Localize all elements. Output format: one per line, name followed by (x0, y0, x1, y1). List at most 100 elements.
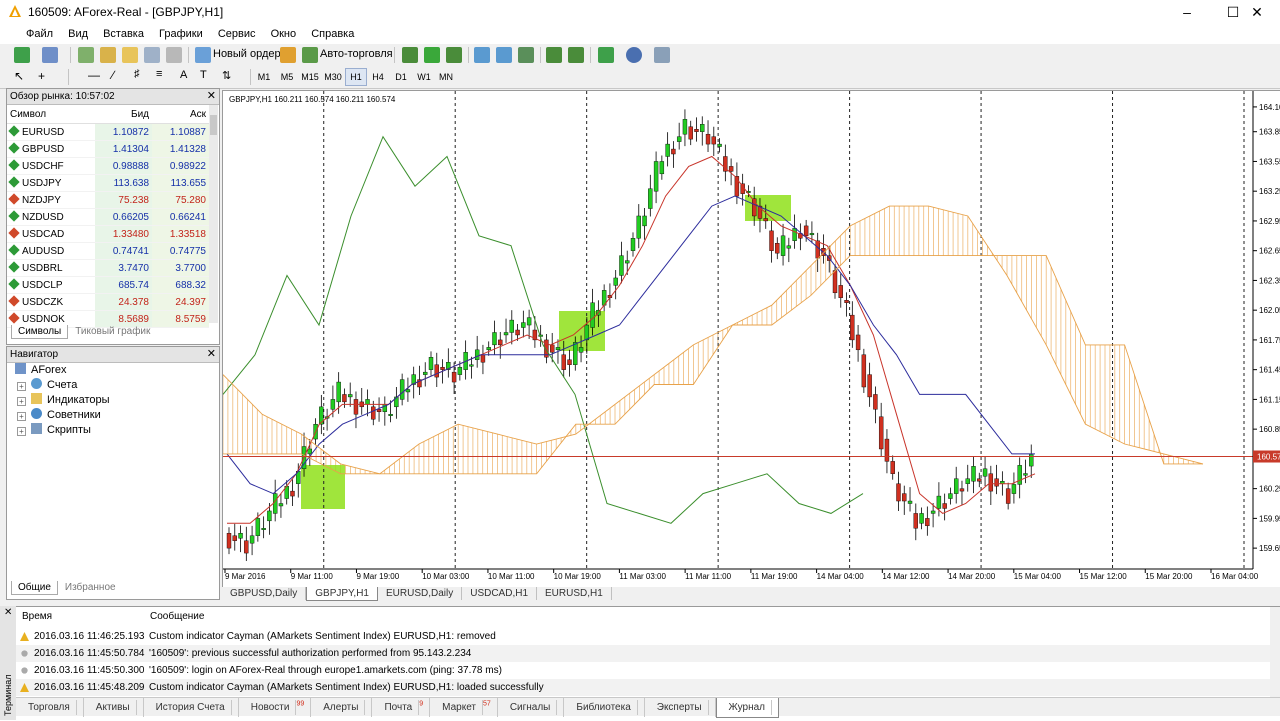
terminal-tab[interactable]: Сигналы (498, 698, 565, 717)
crosshair-icon[interactable]: + (38, 69, 45, 83)
log-row[interactable]: 2016.03.16 11:45:48.209 Custom indicator … (16, 679, 1270, 696)
close-button[interactable]: ✕ (1234, 0, 1280, 24)
line-chart-icon[interactable] (446, 47, 462, 63)
market-watch-scrollbar[interactable] (209, 105, 218, 323)
auto-trading-icon[interactable] (302, 47, 318, 63)
terminal-tab[interactable]: Эксперты (645, 698, 716, 717)
timeframe-m5[interactable]: M5 (277, 69, 297, 85)
menu-view[interactable]: Вид (62, 24, 94, 40)
menu-help[interactable]: Справка (305, 24, 360, 40)
timeframe-d1[interactable]: D1 (391, 69, 411, 85)
terminal-tab[interactable]: Почта 9 (372, 698, 431, 717)
navigator-item-indicators[interactable]: Индикаторы (31, 393, 110, 406)
market-watch-row[interactable]: NZDJPY 75.238 75.280 (7, 191, 209, 209)
log-row[interactable]: 2016.03.16 11:46:25.193 Custom indicator … (16, 628, 1270, 645)
market-watch-row[interactable]: USDCHF 0.98888 0.98922 (7, 157, 209, 175)
market-watch-row[interactable]: AUDUSD 0.74741 0.74775 (7, 242, 209, 260)
expand-icon[interactable]: + (17, 382, 26, 391)
tile-windows-icon[interactable] (518, 47, 534, 63)
navigator-item-scripts[interactable]: Скрипты (31, 423, 91, 436)
expand-icon[interactable]: + (17, 412, 26, 421)
timeframe-m1[interactable]: M1 (254, 69, 274, 85)
chart-shift-icon[interactable] (568, 47, 584, 63)
templates-icon[interactable] (654, 47, 670, 63)
trendline-icon[interactable]: ∕ (112, 68, 114, 82)
market-watch-icon[interactable] (78, 47, 94, 63)
cursor-icon[interactable]: ↖ (14, 69, 24, 83)
tab-common[interactable]: Общие (11, 581, 58, 595)
candlestick-icon[interactable] (424, 47, 440, 63)
timeframe-m15[interactable]: M15 (300, 69, 320, 85)
market-watch-row[interactable]: USDBRL 3.7470 3.7700 (7, 259, 209, 277)
column-header-time[interactable]: Время (22, 611, 52, 622)
timeframe-h1[interactable]: H1 (345, 68, 367, 86)
market-watch-row[interactable]: USDJPY 113.638 113.655 (7, 174, 209, 192)
chart-tab-gbpusd-daily[interactable]: GBPUSD,Daily (222, 587, 307, 600)
new-order-button[interactable]: Новый ордер (213, 48, 281, 60)
terminal-tab[interactable]: Библиотека (564, 698, 645, 717)
chart-tab-eurusd-daily[interactable]: EURUSD,Daily (378, 587, 463, 600)
close-icon[interactable]: ✕ (207, 89, 216, 104)
navigator-root[interactable]: AForex (15, 363, 66, 376)
terminal-tab[interactable]: История Счета (144, 698, 239, 717)
menu-charts[interactable]: Графики (153, 24, 209, 40)
indicators-icon[interactable] (598, 47, 614, 63)
close-icon[interactable]: ✕ (4, 607, 12, 618)
text-icon[interactable]: A (180, 69, 187, 81)
terminal-tab[interactable]: Журнал (715, 698, 780, 718)
navigator-item-experts[interactable]: Советники (31, 408, 101, 421)
terminal-icon[interactable] (144, 47, 160, 63)
market-watch-row[interactable]: EURUSD 1.10872 1.10887 (7, 123, 209, 141)
navigator-item-accounts[interactable]: Счета (31, 378, 77, 391)
new-chart-icon[interactable] (14, 47, 30, 63)
minimize-button[interactable]: – (1164, 0, 1210, 24)
timeframe-h4[interactable]: H4 (368, 69, 388, 85)
expand-icon[interactable]: + (17, 397, 26, 406)
terminal-tab[interactable]: Торговля (16, 698, 84, 717)
terminal-tab[interactable]: Активы (84, 698, 144, 717)
new-order-icon[interactable] (195, 47, 211, 63)
auto-trading-button[interactable]: Авто-торговля (320, 48, 393, 60)
chart-tab-usdcad-h1[interactable]: USDCAD,H1 (462, 587, 538, 600)
horizontal-line-icon[interactable]: — (88, 68, 100, 82)
data-window-icon[interactable] (100, 47, 116, 63)
chart-window[interactable]: 164.10 163.85 163.55 163.25 162.95 162.65 162.… (222, 90, 1280, 588)
column-header-ask[interactable]: Аск (152, 105, 209, 124)
tab-symbols[interactable]: Символы (11, 325, 69, 339)
zoom-out-icon[interactable] (496, 47, 512, 63)
channel-icon[interactable]: ♯ (134, 68, 140, 80)
metaeditor-icon[interactable] (280, 47, 296, 63)
market-watch-row[interactable]: USDCLP 685.74 688.32 (7, 276, 209, 294)
menu-window[interactable]: Окно (265, 24, 303, 40)
market-watch-row[interactable]: GBPUSD 1.41304 1.41328 (7, 140, 209, 158)
column-header-message[interactable]: Сообщение (150, 611, 204, 622)
menu-tools[interactable]: Сервис (212, 24, 262, 40)
log-row[interactable]: 2016.03.16 11:45:50.300 '160509': login o… (16, 662, 1270, 679)
menu-file[interactable]: Файл (20, 24, 59, 40)
arrows-icon[interactable]: ⇅ (222, 69, 231, 82)
timeframe-m30[interactable]: M30 (323, 69, 343, 85)
market-watch-row[interactable]: USDCAD 1.33480 1.33518 (7, 225, 209, 243)
navigator-icon[interactable] (122, 47, 138, 63)
strategy-tester-icon[interactable] (166, 47, 182, 63)
log-row[interactable]: 2016.03.16 11:45:50.784 '160509': previou… (16, 645, 1270, 662)
text-label-icon[interactable]: T (200, 69, 207, 81)
terminal-tab[interactable]: Маркет 57 (430, 698, 498, 717)
market-watch-row[interactable]: NZDUSD 0.66205 0.66241 (7, 208, 209, 226)
bar-chart-icon[interactable] (402, 47, 418, 63)
menu-insert[interactable]: Вставка (97, 24, 150, 40)
terminal-scrollbar[interactable] (1270, 607, 1280, 697)
market-watch-row[interactable]: USDCZK 24.378 24.397 (7, 293, 209, 311)
terminal-tab[interactable]: Алерты (311, 698, 373, 717)
fibonacci-icon[interactable]: ≡ (156, 68, 162, 80)
terminal-tab[interactable]: Новости 99 (239, 698, 312, 717)
timeframe-w1[interactable]: W1 (414, 69, 434, 85)
column-header-symbol[interactable]: Символ (7, 105, 95, 124)
close-icon[interactable]: ✕ (207, 347, 216, 362)
zoom-in-icon[interactable] (474, 47, 490, 63)
autoscroll-icon[interactable] (546, 47, 562, 63)
price-chart[interactable]: 164.10 163.85 163.55 163.25 162.95 162.65 162.… (223, 91, 1280, 587)
timeframe-mn[interactable]: MN (436, 69, 456, 85)
expand-icon[interactable]: + (17, 427, 26, 436)
tab-tick-chart[interactable]: Тиковый график (69, 325, 156, 338)
